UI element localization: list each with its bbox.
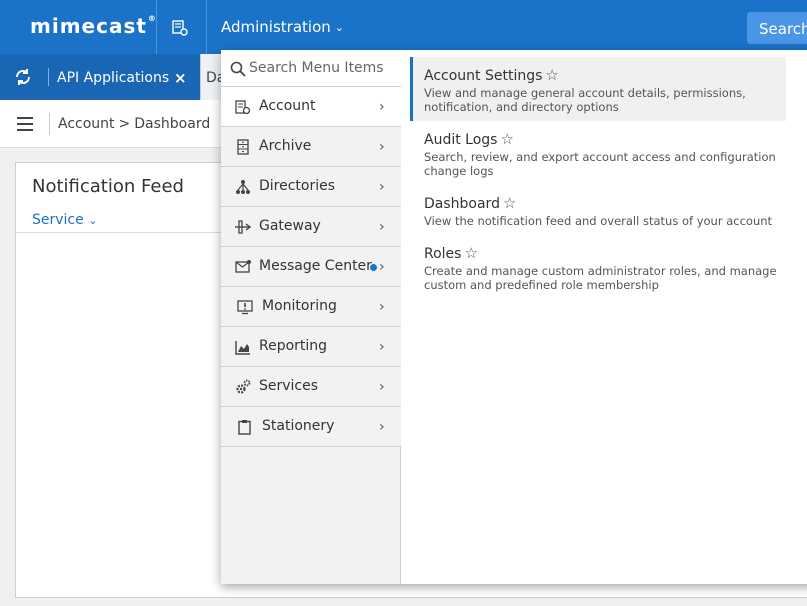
refresh-icon[interactable] bbox=[14, 68, 32, 86]
administration-dropdown: Account › Archive › Directories › bbox=[221, 50, 807, 584]
archive-icon bbox=[237, 139, 249, 155]
chevron-right-icon: › bbox=[379, 139, 385, 155]
menu-item-label: Services bbox=[259, 378, 319, 394]
directories-icon bbox=[236, 180, 250, 194]
breadcrumb-dashboard: Dashboard bbox=[134, 116, 211, 132]
menu-item-label: Stationery bbox=[262, 418, 335, 434]
reporting-icon bbox=[235, 341, 250, 355]
menu-item-account[interactable]: Account › bbox=[221, 87, 401, 127]
submenu-item-description: Search, review, and export account acces… bbox=[424, 150, 776, 178]
hamburger-menu-icon[interactable] bbox=[17, 117, 33, 131]
menu-item-gateway[interactable]: Gateway › bbox=[221, 207, 401, 247]
menu-item-label: Gateway bbox=[259, 218, 321, 234]
chevron-right-icon: › bbox=[379, 299, 385, 315]
logo-text: mimecast bbox=[30, 14, 147, 38]
tab-label: API Applications bbox=[57, 70, 170, 86]
star-icon[interactable]: ☆ bbox=[503, 194, 516, 212]
administration-label: Administration bbox=[221, 18, 331, 36]
topbar-divider bbox=[206, 0, 207, 54]
menu-item-message-center[interactable]: Message Center › bbox=[221, 247, 401, 287]
chevron-right-icon: › bbox=[379, 179, 385, 195]
close-icon[interactable]: × bbox=[174, 69, 187, 87]
account-settings-icon bbox=[235, 100, 251, 115]
message-center-icon bbox=[235, 260, 251, 273]
menu-item-label: Monitoring bbox=[262, 298, 337, 314]
chevron-right-icon: › bbox=[379, 259, 385, 275]
chevron-right-icon: › bbox=[379, 379, 385, 395]
admin-console-icon[interactable] bbox=[171, 19, 189, 37]
menu-item-reporting[interactable]: Reporting › bbox=[221, 327, 401, 367]
chevron-down-icon: ⌄ bbox=[88, 214, 98, 227]
menu-category-list: Account › Archive › Directories › bbox=[221, 50, 401, 584]
administration-menu-button[interactable]: Administration ⌄ bbox=[221, 18, 344, 36]
submenu-item-dashboard[interactable]: Dashboard ☆ View the notification feed an… bbox=[410, 194, 786, 228]
star-icon[interactable]: ☆ bbox=[464, 244, 477, 262]
submenu-item-title: Audit Logs bbox=[424, 132, 498, 148]
submenu-item-description: View the notification feed and overall s… bbox=[424, 214, 773, 228]
search-icon bbox=[230, 61, 246, 77]
menu-search-box bbox=[221, 50, 401, 87]
top-bar: mimecast® Administration ⌄ Search bbox=[0, 0, 807, 54]
submenu-item-title: Dashboard bbox=[424, 196, 500, 212]
service-filter-label: Service bbox=[32, 212, 84, 228]
breadcrumb-separator: > bbox=[118, 116, 131, 132]
tab-divider bbox=[48, 68, 49, 86]
menu-item-label: Message Center bbox=[259, 258, 372, 274]
menu-item-directories[interactable]: Directories › bbox=[221, 167, 401, 207]
breadcrumb-account[interactable]: Account bbox=[58, 116, 115, 132]
service-filter-dropdown[interactable]: Service ⌄ bbox=[32, 212, 97, 228]
submenu-item-account-settings[interactable]: Account Settings ☆ View and manage genera… bbox=[410, 57, 786, 121]
submenu-item-description: Create and manage custom administrator r… bbox=[424, 264, 777, 292]
submenu-item-roles[interactable]: Roles ☆ Create and manage custom administ… bbox=[410, 244, 786, 292]
topbar-divider bbox=[156, 0, 157, 54]
submenu-item-title: Account Settings bbox=[424, 68, 543, 84]
breadcrumb-divider bbox=[49, 113, 50, 135]
chevron-down-icon: ⌄ bbox=[334, 21, 344, 34]
submenu-item-title: Roles bbox=[424, 246, 462, 262]
gateway-icon bbox=[235, 220, 251, 234]
menu-item-stationery[interactable]: Stationery › bbox=[221, 407, 401, 447]
monitoring-icon bbox=[237, 300, 253, 315]
search-menu-input[interactable] bbox=[249, 56, 395, 80]
chevron-right-icon: › bbox=[379, 339, 385, 355]
submenu-item-description: View and manage general account details,… bbox=[424, 86, 746, 114]
star-icon[interactable]: ☆ bbox=[500, 130, 513, 148]
chevron-right-icon: › bbox=[379, 219, 385, 235]
menu-item-archive[interactable]: Archive › bbox=[221, 127, 401, 167]
notification-badge bbox=[370, 264, 377, 271]
card-title: Notification Feed bbox=[32, 176, 184, 197]
menu-item-label: Account bbox=[259, 98, 316, 114]
chevron-right-icon: › bbox=[379, 419, 385, 435]
menu-item-monitoring[interactable]: Monitoring › bbox=[221, 287, 401, 327]
menu-item-label: Reporting bbox=[259, 338, 328, 354]
mimecast-logo[interactable]: mimecast® bbox=[30, 14, 157, 38]
menu-item-label: Archive bbox=[259, 138, 312, 154]
menu-item-label: Directories bbox=[259, 178, 336, 194]
chevron-right-icon: › bbox=[379, 99, 385, 115]
submenu-panel: Account Settings ☆ View and manage genera… bbox=[402, 50, 807, 584]
search-button[interactable]: Search bbox=[747, 12, 807, 44]
star-icon[interactable]: ☆ bbox=[545, 66, 558, 84]
breadcrumb: Account > Dashboard bbox=[58, 116, 210, 132]
menu-item-services[interactable]: Services › bbox=[221, 367, 401, 407]
submenu-item-audit-logs[interactable]: Audit Logs ☆ Search, review, and export a… bbox=[410, 130, 786, 178]
services-icon bbox=[236, 379, 251, 394]
stationery-icon bbox=[238, 420, 251, 435]
tab-api-applications[interactable]: API Applications × bbox=[0, 54, 200, 100]
